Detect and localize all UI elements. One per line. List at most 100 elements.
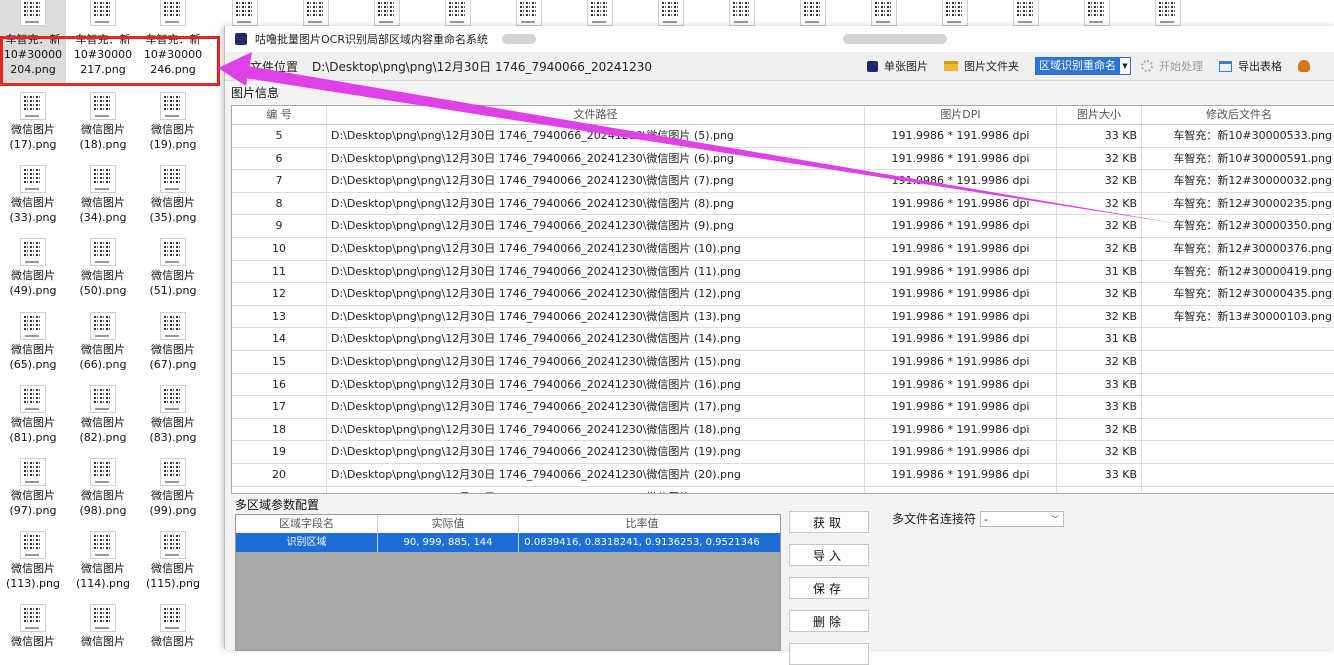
mode-select[interactable]: 区域识别重命名 ▼ [1035,57,1131,75]
desktop-file-icon[interactable]: 微信图片 [0,600,66,649]
col-number-cell: 18 [232,418,327,441]
col-file-path-cell: D:\Desktop\png\png\12月30日 1746_7940066_2… [327,147,865,170]
qr-image-icon [20,384,46,413]
fetch-button[interactable]: 获取 [789,511,869,533]
desktop-file-icon[interactable]: 微信图片 (33).png [0,161,66,231]
col-number-cell: 5 [232,125,327,147]
qr-image-icon [90,238,116,267]
header-col-number[interactable]: 编 号 [232,106,327,124]
col-new-name-cell: 车智充：新12#30000350.png [1173,219,1332,233]
start-process-button[interactable]: 开始处理 [1141,58,1203,74]
header-col-file-path[interactable]: 文件路径 [327,106,865,124]
table-row[interactable]: 21D:\Desktop\png\png\12月30日 1746_7940066… [232,486,1334,493]
desktop-file-icon[interactable]: 微信图片 (98).png [70,454,136,524]
desktop-file-icon[interactable]: 微信图片 (17).png [0,88,66,158]
filename-joiner-select[interactable]: - ﹀ [980,510,1065,527]
qr-image-icon [90,311,116,340]
header-col-size[interactable]: 图片大小 [1057,106,1142,124]
desktop-file-icon[interactable]: 微信图片 (97).png [0,454,66,524]
header-col-dpi[interactable]: 图片DPI [865,106,1057,124]
col-size-cell: 32 KB [1057,283,1142,305]
table-row[interactable]: 12 D:\Desktop\png\png\12月30日 1746_7940066… [232,283,1334,306]
desktop-file-icon[interactable]: 微信图片 [70,600,136,649]
col-file-path-cell: D:\Desktop\png\png\12月30日 1746_7940066_2… [327,283,865,305]
col-size-cell: 33 KB [1057,125,1142,147]
qr-image-icon [160,92,186,120]
desktop-file-icon[interactable]: 微信图片 (67).png [140,308,206,378]
desktop-file-icon[interactable]: 微信图片 (115).png [140,527,206,597]
desktop-file-icon[interactable]: 微信图片 (19).png [140,88,206,158]
image-folder-button[interactable]: 图片文件夹 [944,58,1019,74]
export-table-button[interactable]: 导出表格 [1219,58,1282,74]
table-row[interactable]: 7 D:\Desktop\png\png\12月30日 1746_7940066_… [232,170,1334,193]
table-row[interactable]: 8 D:\Desktop\png\png\12月30日 1746_7940066_… [232,192,1334,216]
desktop-file-name: 微信图片 (113).png [5,562,60,591]
save-button[interactable]: 保存 [789,577,869,599]
desktop-file-icon[interactable]: 微信图片 (18).png [70,88,136,158]
toolbar: ⛓ 文件位置 D:\Desktop\png\png\12月30日 1746_79… [225,52,1334,81]
params-row-selected[interactable]: 识别区域 90, 999, 885, 144 0.0839416, 0.831824… [236,533,780,552]
desktop-file-icon[interactable]: 微信图片 (65).png [0,308,66,378]
qr-image-icon [160,384,186,413]
single-image-button[interactable]: 单张图片 [867,58,928,74]
table-row[interactable]: 18 D:\Desktop\png\png\12月30日 1746_7940066… [232,418,1334,442]
qr-image-icon [445,0,471,26]
file-location-label: 文件位置 [249,59,298,74]
desktop-file-icon[interactable]: 微信图片 (81).png [0,381,66,451]
chevron-down-icon: ﹀ [1051,514,1060,524]
user-icon[interactable] [1298,60,1310,72]
desktop-file-icon[interactable]: 微信图片 (83).png [140,381,206,451]
qr-image-icon [20,604,46,633]
delete-button[interactable]: 删除 [789,610,869,632]
import-button[interactable]: 导入 [789,544,869,566]
header-col-new-name[interactable]: 修改后文件名 [1142,106,1334,124]
table-row[interactable]: 13 D:\Desktop\png\png\12月30日 1746_7940066… [232,305,1334,329]
qr-image-icon [232,0,258,26]
desktop-file-icon[interactable]: 微信图片 (34).png [70,161,136,231]
desktop-file-icon[interactable]: 微信图片 (66).png [70,308,136,378]
table-row[interactable]: 14 D:\Desktop\png\png\12月30日 1746_7940066… [232,328,1334,351]
header-ratio-value: 比率值 [625,517,659,530]
table-row[interactable]: 9 D:\Desktop\png\png\12月30日 1746_7940066_… [232,215,1334,238]
file-location-button[interactable]: ⛓ 文件位置 [233,58,298,75]
qr-image-icon [20,458,46,486]
qr-image-icon [800,0,826,26]
col-size-cell: 32 KB [1057,350,1142,373]
desktop-file-icon[interactable]: 微信图片 (50).png [70,234,136,304]
col-new-name-cell [1142,441,1334,463]
desktop-file-icon[interactable]: 微信图片 (35).png [140,161,206,231]
qr-image-icon [658,0,684,26]
col-size-cell: 31 KB [1057,260,1142,283]
table-row[interactable]: 11 D:\Desktop\png\png\12月30日 1746_7940066… [232,260,1334,284]
desktop-file-name: 微信图片 (51).png [149,269,197,298]
table-row[interactable]: 6 D:\Desktop\png\png\12月30日 1746_7940066_… [232,147,1334,171]
table-row[interactable]: 17 D:\Desktop\png\png\12月30日 1746_7940066… [232,396,1334,419]
desktop-file-icon[interactable]: 微信图片 (49).png [0,234,66,304]
clear-button[interactable] [789,643,869,665]
qr-image-icon [90,458,116,486]
chevron-down-icon[interactable]: ▼ [1120,57,1131,75]
desktop-file-icon[interactable]: 微信图片 (114).png [70,527,136,597]
table-row[interactable]: 16 D:\Desktop\png\png\12月30日 1746_7940066… [232,373,1334,397]
qr-image-icon [20,531,46,560]
col-number-cell: 11 [232,260,327,283]
col-file-path-cell: D:\Desktop\png\png\12月30日 1746_7940066_2… [327,441,865,463]
table-row[interactable]: 5 D:\Desktop\png\png\12月30日 1746_7940066_… [232,125,1334,148]
qr-image-icon [20,92,46,120]
desktop-file-icon[interactable]: 微信图片 (113).png [0,527,66,597]
app-icon [235,33,247,45]
col-file-path-cell: D:\Desktop\png\png\12月30日 1746_7940066_2… [327,486,865,493]
table-row[interactable]: 10 D:\Desktop\png\png\12月30日 1746_7940066… [232,237,1334,261]
desktop-file-icon[interactable]: 微信图片 [140,600,206,649]
col-file-path-cell: D:\Desktop\png\png\12月30日 1746_7940066_2… [327,260,865,283]
col-new-name-cell [1142,351,1334,373]
desktop-file-icon[interactable]: 微信图片 (82).png [70,381,136,451]
desktop-file-icon[interactable]: 微信图片 (51).png [140,234,206,304]
field-name-cell: 识别区域 [236,533,378,552]
table-row[interactable]: 19 D:\Desktop\png\png\12月30日 1746_7940066… [232,441,1334,464]
table-row[interactable]: 15 D:\Desktop\png\png\12月30日 1746_7940066… [232,350,1334,374]
col-size-cell: 32 KB [1057,441,1142,463]
desktop-file-name: 微信图片 (67).png [149,342,197,371]
desktop-file-icon[interactable]: 微信图片 (99).png [140,454,206,524]
table-row[interactable]: 20 D:\Desktop\png\png\12月30日 1746_7940066… [232,463,1334,487]
